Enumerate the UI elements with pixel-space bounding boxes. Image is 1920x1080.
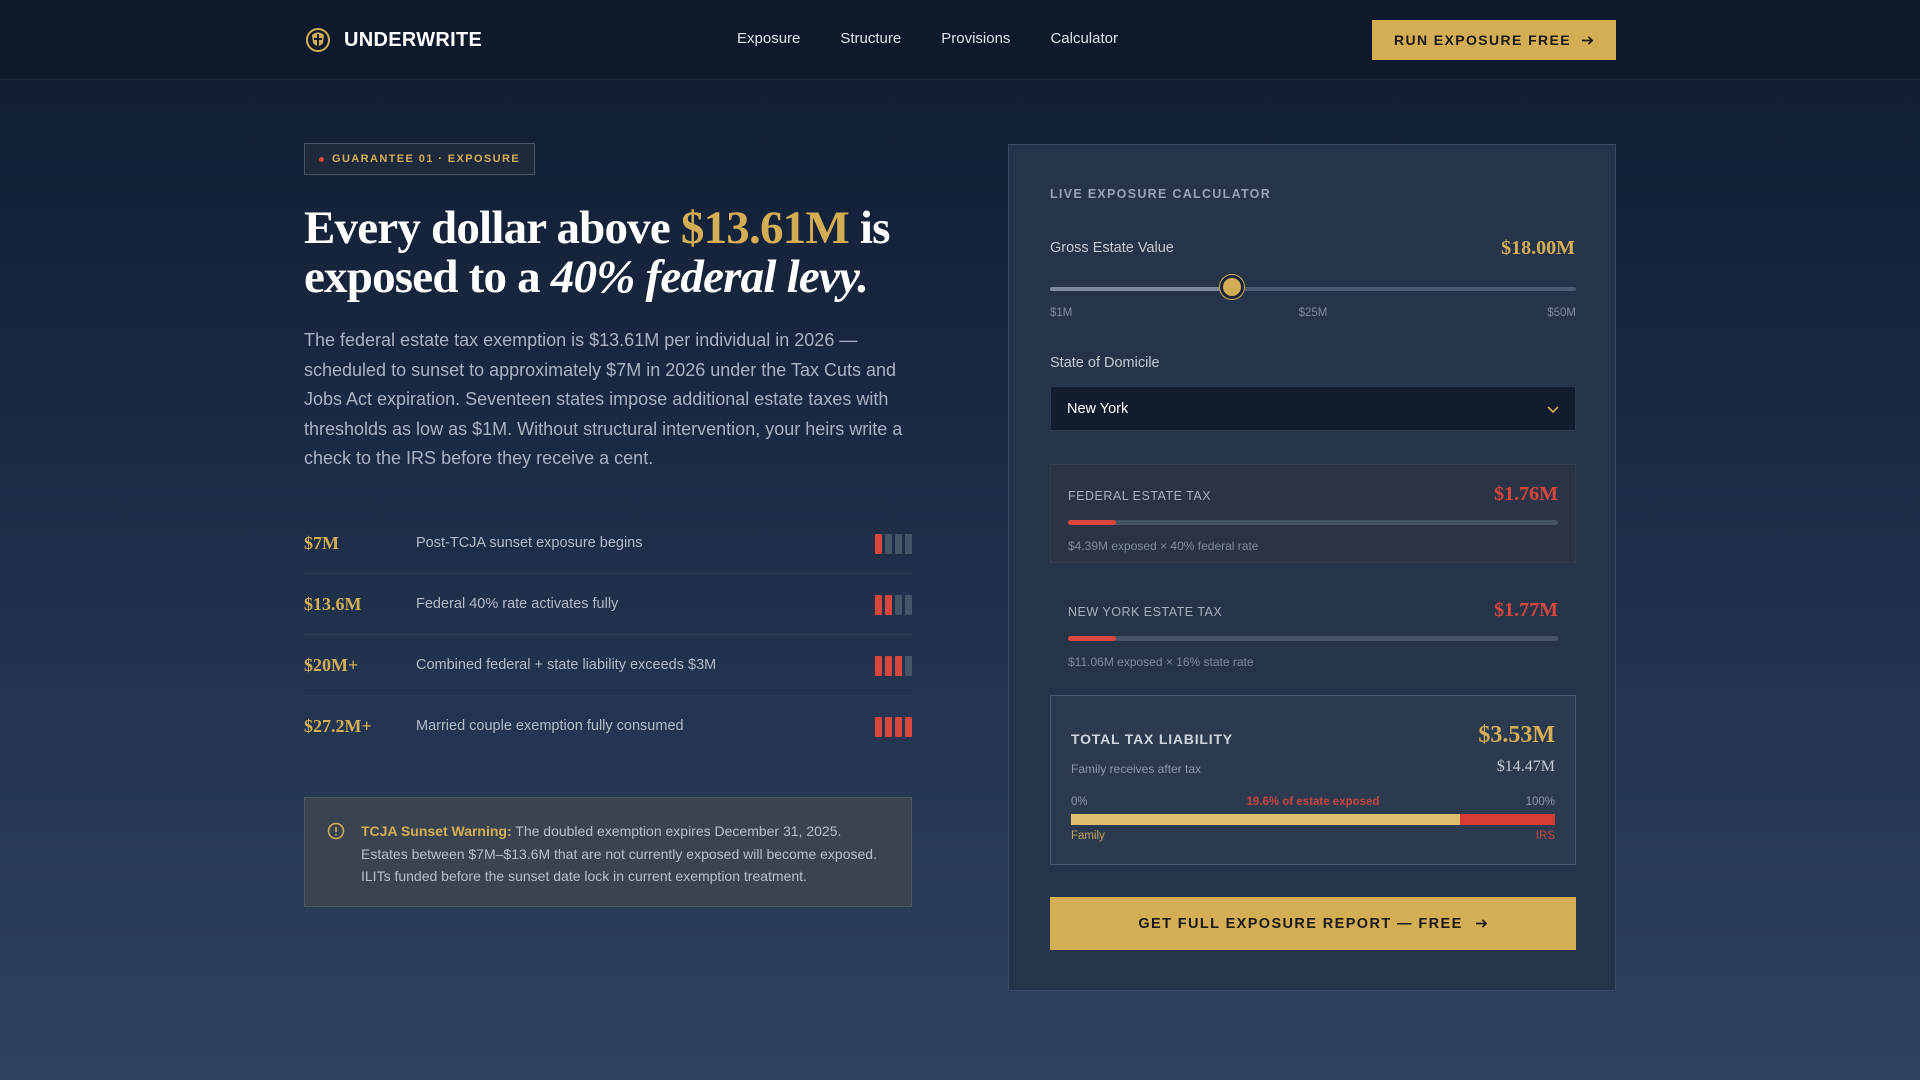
federal-tax-bar bbox=[1068, 520, 1558, 525]
threshold-list: $7M Post-TCJA sunset exposure begins $13… bbox=[304, 513, 912, 757]
nav-exposure[interactable]: Exposure bbox=[737, 30, 800, 47]
estate-slider-thumb[interactable] bbox=[1220, 275, 1245, 299]
federal-tax-bar-fill bbox=[1068, 520, 1117, 525]
family-receives-label: Family receives after tax bbox=[1071, 762, 1202, 776]
threshold-value: $13.6M bbox=[304, 593, 362, 614]
badge-label: GUARANTEE 01 · EXPOSURE bbox=[332, 153, 521, 165]
headline-part1: Every dollar above bbox=[304, 202, 681, 254]
severity-bar bbox=[895, 595, 902, 615]
threshold-value: $20M+ bbox=[304, 654, 359, 675]
threshold-desc: Post-TCJA sunset exposure begins bbox=[416, 535, 643, 551]
threshold-value: $7M bbox=[304, 532, 339, 553]
total-liability-card: TOTAL TAX LIABILITY $3.53M Family receiv… bbox=[1050, 695, 1576, 865]
split-max-label: 100% bbox=[1525, 796, 1555, 808]
federal-tax-note: $4.39M exposed × 40% federal rate bbox=[1068, 539, 1259, 553]
calculator-title: LIVE EXPOSURE CALCULATOR bbox=[1050, 187, 1272, 201]
nav-structure[interactable]: Structure bbox=[840, 30, 901, 47]
tick-max: $50M bbox=[1547, 307, 1576, 319]
headline-amount: $13.61M bbox=[680, 202, 850, 254]
warning-title: TCJA Sunset Warning: bbox=[361, 823, 512, 839]
exposure-calculator: LIVE EXPOSURE CALCULATOR Gross Estate Va… bbox=[1008, 144, 1616, 991]
irs-share-label: IRS bbox=[1535, 830, 1555, 842]
gross-estate-label: Gross Estate Value bbox=[1050, 240, 1174, 256]
threshold-row: $13.6M Federal 40% rate activates fully bbox=[304, 574, 912, 635]
severity-indicator bbox=[875, 534, 912, 554]
arrow-right-icon bbox=[1475, 919, 1487, 928]
state-select-value: New York bbox=[1067, 400, 1129, 417]
severity-bar bbox=[885, 656, 892, 676]
nav-calculator[interactable]: Calculator bbox=[1050, 30, 1118, 47]
brand-logo[interactable]: UNDERWRITE bbox=[304, 26, 482, 54]
arrow-right-icon bbox=[1581, 35, 1594, 45]
total-liability-label: TOTAL TAX LIABILITY bbox=[1071, 731, 1233, 747]
estate-split-bar bbox=[1071, 814, 1555, 825]
severity-bar bbox=[895, 534, 902, 554]
nav-provisions[interactable]: Provisions bbox=[941, 30, 1010, 47]
intro-paragraph: The federal estate tax exemption is $13.… bbox=[304, 330, 903, 468]
federal-tax-label: FEDERAL ESTATE TAX bbox=[1068, 489, 1212, 503]
state-tax-note: $11.06M exposed × 16% state rate bbox=[1068, 655, 1254, 669]
state-tax-value: $1.77M bbox=[1494, 599, 1558, 621]
state-tax-bar-fill bbox=[1068, 636, 1117, 641]
threshold-desc: Combined federal + state liability excee… bbox=[416, 657, 717, 673]
threshold-desc: Married couple exemption fully consumed bbox=[416, 718, 684, 734]
family-share-label: Family bbox=[1071, 830, 1105, 842]
threshold-row: $27.2M+ Married couple exemption fully c… bbox=[304, 696, 912, 757]
run-exposure-label: RUN EXPOSURE FREE bbox=[1393, 32, 1572, 48]
threshold-row: $20M+ Combined federal + state liability… bbox=[304, 635, 912, 696]
get-report-label: GET FULL EXPOSURE REPORT — FREE bbox=[1138, 915, 1463, 932]
severity-bar bbox=[895, 717, 902, 737]
chevron-down-icon bbox=[1547, 406, 1559, 414]
threshold-desc: Federal 40% rate activates fully bbox=[416, 596, 619, 612]
brand-name: UNDERWRITE bbox=[344, 28, 483, 51]
sunset-warning: TCJA Sunset Warning: The doubled exempti… bbox=[304, 797, 912, 907]
state-label: State of Domicile bbox=[1050, 355, 1160, 371]
threshold-row: $7M Post-TCJA sunset exposure begins bbox=[304, 513, 912, 574]
severity-indicator bbox=[875, 595, 912, 615]
tick-min: $1M bbox=[1050, 307, 1073, 319]
severity-indicator bbox=[875, 717, 912, 737]
severity-bar bbox=[885, 595, 892, 615]
tick-mid: $25M bbox=[1298, 307, 1328, 319]
severity-bar bbox=[885, 534, 892, 554]
severity-bar bbox=[875, 595, 882, 615]
headline-emphasis: 40% federal levy. bbox=[550, 251, 869, 303]
federal-tax-card: FEDERAL ESTATE TAX $1.76M $4.39M exposed… bbox=[1050, 464, 1576, 563]
state-select[interactable]: New York bbox=[1050, 386, 1576, 431]
severity-indicator bbox=[875, 656, 912, 676]
threshold-value: $27.2M+ bbox=[304, 715, 372, 736]
severity-bar bbox=[875, 656, 882, 676]
page-title: Every dollar above $13.61M is exposed to… bbox=[304, 204, 944, 302]
severity-bar bbox=[905, 595, 912, 615]
severity-bar bbox=[905, 717, 912, 737]
severity-bar bbox=[875, 534, 882, 554]
family-share-fill bbox=[1071, 814, 1461, 825]
severity-bar bbox=[895, 656, 902, 676]
alert-circle-icon bbox=[327, 822, 345, 840]
state-tax-label: NEW YORK ESTATE TAX bbox=[1068, 605, 1223, 619]
severity-bar bbox=[905, 534, 912, 554]
state-tax-bar bbox=[1068, 636, 1558, 641]
estate-slider-track[interactable] bbox=[1050, 287, 1576, 291]
estate-slider-fill bbox=[1050, 287, 1233, 291]
total-liability-value: $3.53M bbox=[1478, 722, 1555, 748]
irs-share-fill bbox=[1460, 814, 1555, 825]
severity-bar bbox=[885, 717, 892, 737]
section-badge: GUARANTEE 01 · EXPOSURE bbox=[304, 143, 536, 175]
family-receives-value: $14.47M bbox=[1496, 758, 1555, 775]
state-tax-card: NEW YORK ESTATE TAX $1.77M $11.06M expos… bbox=[1050, 580, 1576, 679]
gross-estate-value: $18.00M bbox=[1501, 237, 1575, 259]
top-navbar: UNDERWRITE Exposure Structure Provisions… bbox=[0, 0, 1920, 80]
federal-tax-value: $1.76M bbox=[1494, 483, 1558, 505]
badge-dot bbox=[319, 156, 324, 162]
severity-bar bbox=[905, 656, 912, 676]
split-exposed-label: 19.6% of estate exposed bbox=[1246, 796, 1380, 808]
get-report-button[interactable]: GET FULL EXPOSURE REPORT — FREE bbox=[1050, 897, 1576, 950]
severity-bar bbox=[875, 717, 882, 737]
main-nav: Exposure Structure Provisions Calculator bbox=[737, 30, 1118, 47]
shield-crest-icon bbox=[306, 28, 330, 52]
run-exposure-button[interactable]: RUN EXPOSURE FREE bbox=[1372, 20, 1616, 60]
